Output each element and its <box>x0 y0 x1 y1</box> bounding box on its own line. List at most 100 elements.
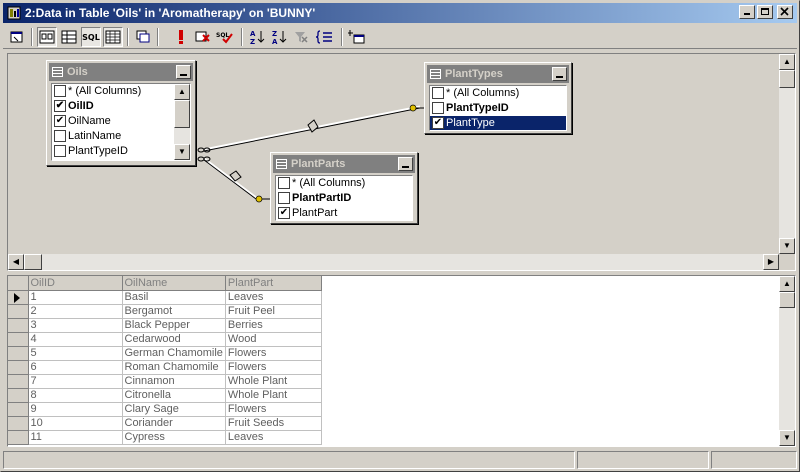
column-checkbox[interactable] <box>54 85 66 97</box>
show-diagram-pane-button[interactable] <box>37 27 57 47</box>
cell-oilname[interactable]: Black Pepper <box>122 318 226 333</box>
cell-oilid[interactable]: 6 <box>28 360 123 375</box>
cell-plantpart[interactable]: Fruit Peel <box>225 304 322 319</box>
results-pane[interactable]: OilID OilName PlantPart 1 Basil Leaves 2 Ber… <box>7 275 796 447</box>
row-header[interactable] <box>8 318 29 333</box>
row-header[interactable] <box>8 430 29 445</box>
scroll-down-button[interactable]: ▼ <box>779 430 795 446</box>
cell-oilname[interactable]: Bergamot <box>122 304 226 319</box>
row-header[interactable] <box>8 402 29 417</box>
scroll-down-button[interactable]: ▼ <box>779 238 795 254</box>
diagram-pane[interactable]: Oils * (All Columns) ✔ OilID ✔ OilName Lat… <box>7 53 796 271</box>
column-checkbox[interactable]: ✔ <box>432 117 444 129</box>
column-checkbox[interactable] <box>54 145 66 157</box>
cell-plantpart[interactable]: Flowers <box>225 346 322 361</box>
cell-oilid[interactable]: 11 <box>28 430 123 445</box>
column-row-all[interactable]: * (All Columns) <box>430 86 566 101</box>
table-row[interactable]: 2 Bergamot Fruit Peel <box>8 304 322 319</box>
cell-plantpart[interactable]: Flowers <box>225 402 322 417</box>
column-checkbox[interactable]: ✔ <box>54 115 66 127</box>
cell-oilid[interactable]: 8 <box>28 388 123 403</box>
minimize-table-button[interactable] <box>552 67 567 81</box>
table-window-plantparts[interactable]: PlantParts * (All Columns) PlantPartID ✔… <box>270 152 418 224</box>
diagram-horizontal-scrollbar[interactable]: ◀ ▶ <box>8 254 779 270</box>
row-header[interactable] <box>8 346 29 361</box>
column-row-planttypeid[interactable]: PlantTypeID <box>52 144 190 159</box>
column-checkbox[interactable] <box>432 102 444 114</box>
scroll-up-button[interactable]: ▲ <box>174 84 190 100</box>
properties-button[interactable] <box>7 27 27 47</box>
cell-oilid[interactable]: 10 <box>28 416 123 431</box>
group-by-button[interactable] <box>315 27 335 47</box>
cell-oilid[interactable]: 9 <box>28 402 123 417</box>
cell-oilid[interactable]: 1 <box>28 290 123 305</box>
row-header[interactable] <box>8 332 29 347</box>
cell-plantpart[interactable]: Leaves <box>225 430 322 445</box>
scroll-down-button[interactable]: ▼ <box>174 144 190 160</box>
cell-plantpart[interactable]: Whole Plant <box>225 374 322 389</box>
minimize-table-button[interactable] <box>176 65 191 79</box>
title-bar[interactable]: 2:Data in Table 'Oils' in 'Aromatherapy'… <box>3 3 797 23</box>
change-query-type-button[interactable] <box>133 27 153 47</box>
cell-oilname[interactable]: Clary Sage <box>122 402 226 417</box>
diagram-vertical-scrollbar[interactable]: ▲ ▼ <box>779 54 795 254</box>
cell-plantpart[interactable]: Whole Plant <box>225 388 322 403</box>
scroll-up-button[interactable]: ▲ <box>779 276 795 292</box>
cell-oilname[interactable]: Roman Chamomile <box>122 360 226 375</box>
cell-oilname[interactable]: Cedarwood <box>122 332 226 347</box>
show-grid-pane-button[interactable] <box>59 27 79 47</box>
scroll-thumb[interactable] <box>24 254 42 270</box>
column-row-planttype[interactable]: ✔ PlantType <box>430 116 566 130</box>
sort-descending-button[interactable]: ZA <box>269 27 289 47</box>
row-header[interactable] <box>8 374 29 389</box>
column-row-all[interactable]: * (All Columns) <box>52 84 190 99</box>
table-title-plantparts[interactable]: PlantParts <box>273 155 415 173</box>
table-row[interactable]: 4 Cedarwood Wood <box>8 332 322 347</box>
cell-oilname[interactable]: Basil <box>122 290 226 305</box>
table-row[interactable]: 5 German Chamomile Flowers <box>8 346 322 361</box>
column-header-oilname[interactable]: OilName <box>122 276 226 291</box>
column-checkbox[interactable] <box>278 177 290 189</box>
cell-plantpart[interactable]: Leaves <box>225 290 322 305</box>
scroll-right-button[interactable]: ▶ <box>763 254 779 270</box>
cell-oilid[interactable]: 7 <box>28 374 123 389</box>
show-results-pane-button[interactable] <box>103 27 123 47</box>
oils-column-scrollbar[interactable]: ▲ ▼ <box>174 84 190 160</box>
column-header-plantpart[interactable]: PlantPart <box>225 276 322 291</box>
cancel-query-button[interactable] <box>193 27 213 47</box>
column-row-plantpart[interactable]: ✔ PlantPart <box>276 206 412 220</box>
column-row-planttypeid[interactable]: PlantTypeID <box>430 101 566 116</box>
column-row-plantpartid[interactable]: PlantPartID <box>276 191 412 206</box>
cell-oilname[interactable]: Coriander <box>122 416 226 431</box>
column-row-oilid[interactable]: ✔ OilID <box>52 99 190 114</box>
table-title-planttypes[interactable]: PlantTypes <box>427 65 569 83</box>
column-row-all[interactable]: * (All Columns) <box>276 176 412 191</box>
table-title-oils[interactable]: Oils <box>49 63 193 81</box>
table-row[interactable]: 9 Clary Sage Flowers <box>8 402 322 417</box>
sort-ascending-button[interactable]: AZ <box>247 27 267 47</box>
row-header[interactable] <box>8 416 29 431</box>
table-window-oils[interactable]: Oils * (All Columns) ✔ OilID ✔ OilName Lat… <box>46 60 196 166</box>
row-header[interactable] <box>8 388 29 403</box>
run-button[interactable] <box>171 27 191 47</box>
scroll-thumb[interactable] <box>779 292 795 308</box>
cell-oilname[interactable]: Cinnamon <box>122 374 226 389</box>
add-table-button[interactable] <box>347 27 367 47</box>
minimize-button[interactable] <box>739 5 755 19</box>
table-window-planttypes[interactable]: PlantTypes * (All Columns) PlantTypeID ✔… <box>424 62 572 134</box>
row-header[interactable] <box>8 304 29 319</box>
cell-plantpart[interactable]: Berries <box>225 318 322 333</box>
cell-oilid[interactable]: 5 <box>28 346 123 361</box>
table-row[interactable]: 3 Black Pepper Berries <box>8 318 322 333</box>
column-checkbox[interactable] <box>432 87 444 99</box>
cell-oilname[interactable]: Cypress <box>122 430 226 445</box>
close-button[interactable] <box>777 5 793 19</box>
scroll-thumb[interactable] <box>779 70 795 88</box>
column-list-oils[interactable]: * (All Columns) ✔ OilID ✔ OilName LatinNam… <box>51 83 191 161</box>
column-checkbox[interactable] <box>54 130 66 142</box>
table-row[interactable]: 10 Coriander Fruit Seeds <box>8 416 322 431</box>
minimize-table-button[interactable] <box>398 157 413 171</box>
cell-oilid[interactable]: 4 <box>28 332 123 347</box>
cell-oilname[interactable]: German Chamomile <box>122 346 226 361</box>
remove-filter-button[interactable] <box>291 27 311 47</box>
